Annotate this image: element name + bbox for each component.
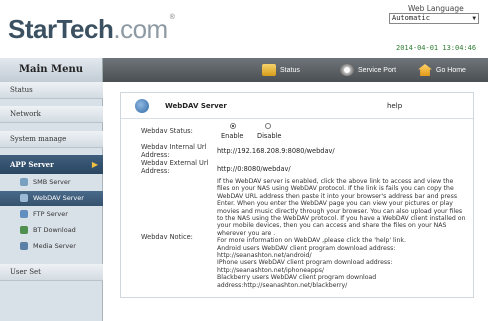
- webdav-notice-text: If the WebDAV server is enabled, click t…: [217, 178, 467, 289]
- internal-url-link[interactable]: http://192.168.208.9:8080/webdav/: [217, 147, 335, 155]
- service-port-icon: [340, 64, 354, 76]
- sidebar-item-user-set[interactable]: User Set: [0, 264, 103, 281]
- notice-paragraph: If the WebDAV server is enabled, click t…: [217, 178, 466, 237]
- sidebar-item-status[interactable]: Status: [0, 82, 103, 99]
- panel-title: WebDAV Server: [165, 102, 227, 110]
- web-language-value: Automatic: [392, 14, 430, 22]
- datetime-display: 2014-04-01 13:04:46: [396, 44, 477, 52]
- webdav-server-label: WebDAV Server: [33, 194, 84, 202]
- ftp-server-label: FTP Server: [33, 210, 68, 218]
- notice-blackberry-line[interactable]: Blackberry users WebDAV client program d…: [217, 274, 467, 289]
- webdav-notice-label: Webdav Notice:: [141, 233, 193, 241]
- media-icon: [20, 242, 28, 250]
- sidebar-item-network[interactable]: Network: [0, 106, 103, 123]
- sidebar-subitem-media-server[interactable]: Media Server: [0, 239, 103, 254]
- nav-go-home[interactable]: Go Home: [418, 62, 466, 78]
- sidebar-subitem-bt-download[interactable]: BT Download: [0, 223, 103, 238]
- sidebar-item-system-manage[interactable]: System manage: [0, 131, 103, 148]
- bt-download-label: BT Download: [33, 226, 76, 234]
- notice-android-line: Android users WebDAV client program down…: [217, 244, 396, 252]
- enable-label: Enable: [221, 132, 244, 140]
- ftp-icon: [20, 210, 28, 218]
- help-link[interactable]: help: [387, 102, 402, 110]
- arrow-right-icon: ▶: [91, 159, 98, 169]
- sidebar-subitem-smb-server[interactable]: SMB Server: [0, 175, 103, 190]
- bt-icon: [20, 226, 28, 234]
- panel-header: WebDAV Server help: [121, 93, 473, 119]
- sidebar: Status Network System manage APP Server …: [0, 82, 103, 321]
- webdav-icon: [20, 194, 28, 202]
- internal-url-label: Webdav Internal Url Address:: [141, 143, 207, 159]
- webdav-status-label: Webdav Status:: [141, 127, 193, 135]
- status-icon: [262, 64, 276, 76]
- smb-icon: [20, 178, 28, 186]
- notice-help-line: For more information on WebDAV ,please c…: [217, 237, 406, 245]
- external-url-label: Webdav External Url Address:: [141, 159, 209, 175]
- startech-logo[interactable]: StarTech.com ®: [8, 14, 175, 45]
- notice-iphone-line: IPhone users WebDAV client program downl…: [217, 259, 393, 267]
- logo-dotcom: .com: [113, 14, 168, 44]
- enable-radio[interactable]: [230, 123, 236, 129]
- nav-status[interactable]: Status: [262, 62, 300, 78]
- nav-service-port[interactable]: Service Port: [340, 62, 396, 78]
- web-language-label: Web Language: [408, 4, 464, 13]
- nav-status-label: Status: [280, 66, 300, 74]
- notice-android-link[interactable]: http://seanashton.net/android/: [217, 252, 467, 259]
- sidebar-subitem-ftp-server[interactable]: FTP Server: [0, 207, 103, 222]
- external-url-link[interactable]: http://0:8080/webdav/: [217, 165, 291, 173]
- web-language-select[interactable]: Automatic ▼: [389, 13, 479, 24]
- logo-trademark: ®: [169, 14, 175, 21]
- header: StarTech.com ® Web Language Automatic ▼ 2…: [0, 0, 488, 58]
- media-server-label: Media Server: [33, 242, 76, 250]
- smb-server-label: SMB Server: [33, 178, 71, 186]
- nav-service-port-label: Service Port: [358, 66, 397, 74]
- home-icon: [418, 64, 432, 76]
- sidebar-item-app-server[interactable]: APP Server ▶: [0, 155, 103, 174]
- nav-go-home-label: Go Home: [436, 66, 466, 74]
- logo-tech: Tech: [56, 14, 114, 44]
- disable-label: Disable: [257, 132, 282, 140]
- main-menu-title: Main Menu: [0, 58, 103, 82]
- disable-radio[interactable]: [265, 123, 271, 129]
- webdav-globe-icon: [135, 99, 149, 113]
- chevron-down-icon: ▼: [472, 15, 476, 22]
- sidebar-item-app-server-label: APP Server: [10, 160, 54, 169]
- notice-iphone-link[interactable]: http://seanashton.net/iphoneapps/: [217, 267, 467, 274]
- sidebar-subitem-webdav-server[interactable]: WebDAV Server: [0, 191, 103, 206]
- logo-star: Star: [8, 14, 57, 44]
- webdav-panel: WebDAV Server help Webdav Status: Enable…: [120, 92, 474, 298]
